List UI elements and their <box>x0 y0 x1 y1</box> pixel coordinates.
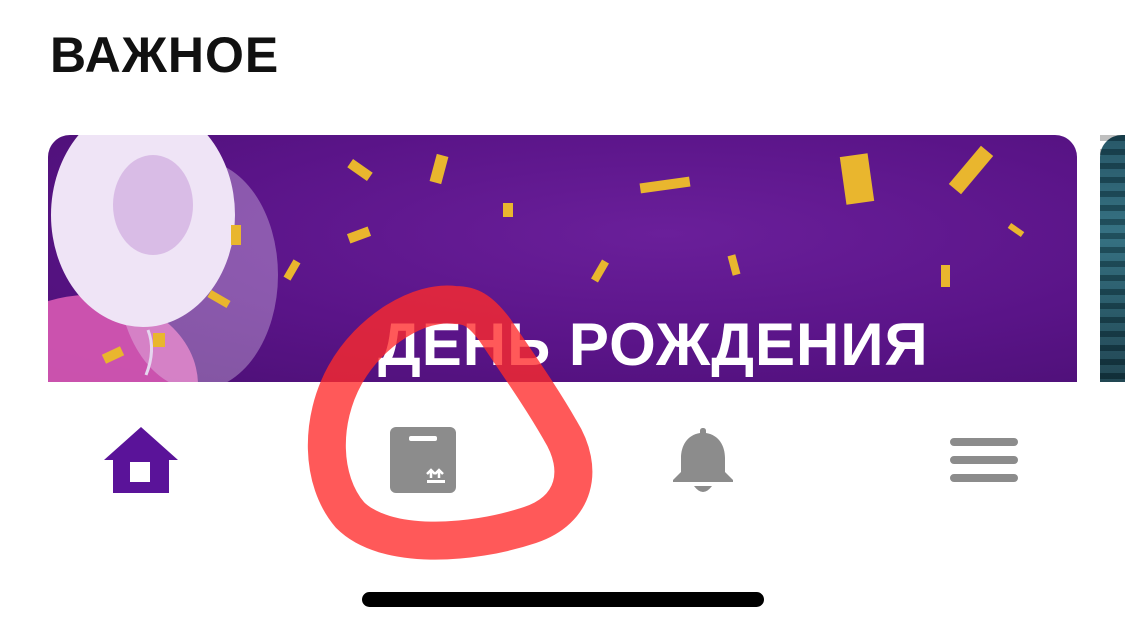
parcel-box-icon <box>390 427 456 493</box>
confetti-piece <box>347 159 373 181</box>
bell-icon <box>673 428 733 492</box>
tab-menu[interactable] <box>924 400 1044 520</box>
tab-home[interactable] <box>81 400 201 520</box>
section-title: ВАЖНОЕ <box>50 27 280 83</box>
confetti-piece <box>153 333 165 347</box>
confetti-piece <box>727 254 741 276</box>
confetti-piece <box>283 259 301 281</box>
home-icon <box>104 427 178 493</box>
screen: ВАЖНОЕ ДЕНЬ РОЖДЕНИЯ <box>0 0 1125 631</box>
confetti-piece <box>591 259 609 283</box>
hamburger-menu-icon <box>950 438 1018 482</box>
confetti-piece <box>429 153 449 185</box>
home-indicator <box>362 592 764 607</box>
confetti-piece <box>1007 222 1025 238</box>
confetti-piece <box>231 225 241 245</box>
confetti-piece <box>346 226 372 244</box>
promo-carousel[interactable]: ДЕНЬ РОЖДЕНИЯ <box>0 135 1125 382</box>
tab-notifications[interactable] <box>643 400 763 520</box>
banner-title: ДЕНЬ РОЖДЕНИЯ <box>378 311 929 378</box>
confetti-piece <box>941 265 950 287</box>
balloon-white-shade <box>113 155 193 255</box>
confetti-piece <box>639 176 691 194</box>
confetti-piece <box>503 203 513 217</box>
promo-banner-birthday[interactable]: ДЕНЬ РОЖДЕНИЯ <box>48 135 1077 382</box>
promo-banner-next-peek[interactable] <box>1100 135 1125 382</box>
tab-parcels[interactable] <box>363 400 483 520</box>
bottom-tab-bar <box>0 382 1125 542</box>
confetti-piece <box>948 145 994 195</box>
confetti-piece <box>839 153 875 205</box>
